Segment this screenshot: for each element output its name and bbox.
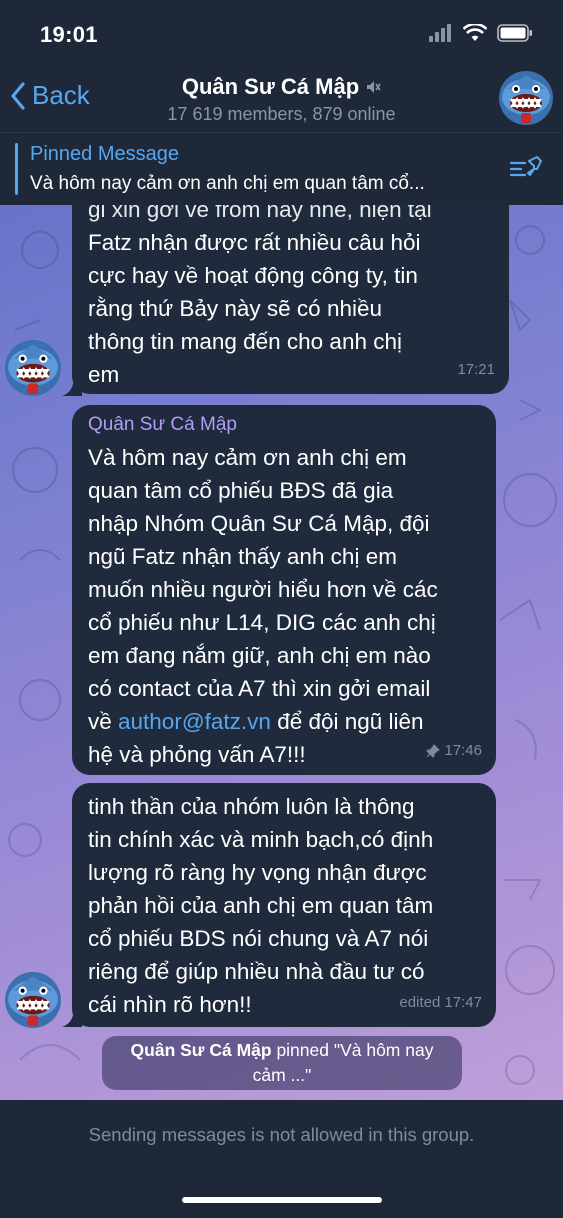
chat-header: Back Quân Sư Cá Mập 17 619 members, 879 … — [0, 66, 563, 132]
message-line: nhập Nhóm Quân Sư Cá Mập, đội — [88, 511, 430, 536]
cellular-signal-icon — [429, 24, 451, 42]
bubble-tail — [62, 376, 82, 396]
bubble-tail — [62, 1007, 82, 1027]
muted-icon — [367, 81, 381, 93]
input-area: Sending messages is not allowed in this … — [0, 1100, 563, 1218]
message-line: cổ phiếu BDS nói chung và A7 nói — [88, 926, 429, 951]
message-line: riêng để giúp nhiều nhà đầu tư có — [88, 959, 425, 984]
message-line: cực hay về hoạt động công ty, tin — [88, 263, 418, 288]
pinned-title: Pinned Message — [30, 143, 179, 165]
message-line: ngũ Fatz nhận thấy anh chị em — [88, 544, 397, 569]
shark-avatar-icon — [5, 972, 61, 1028]
pinned-indicator — [15, 143, 18, 195]
message-bubble[interactable]: Quân Sư Cá Mập Và hôm nay cảm ơn anh chị… — [72, 405, 496, 775]
message-line: tin chính xác và minh bạch,có định — [88, 827, 434, 852]
chat-title: Quân Sư Cá Mập — [181, 74, 360, 99]
message-time: 17:46 — [426, 734, 482, 767]
message-line: lượng rõ ràng hy vọng nhận được — [88, 860, 427, 885]
message-line: hệ và phỏng vấn A7!!! — [88, 742, 306, 767]
message-time: edited 17:47 — [399, 994, 482, 1011]
status-time: 19:01 — [40, 22, 98, 47]
message-line: rằng thứ Bảy này sẽ có nhiều — [88, 296, 382, 321]
status-bar: 19:01 — [0, 0, 563, 66]
message-bubble[interactable]: gi xin gởi về from này nhé, hiện tại Fat… — [72, 180, 509, 394]
message-line: em đang nắm giữ, anh chị em nào — [88, 643, 431, 668]
shark-avatar-icon — [5, 340, 61, 396]
message-line: muốn nhiều người hiểu hơn về các — [88, 577, 438, 602]
pinned-list-icon[interactable] — [509, 155, 543, 183]
service-actor: Quân Sư Cá Mập — [130, 1040, 272, 1060]
message-line: em — [88, 362, 120, 387]
battery-icon — [497, 24, 532, 42]
message-line: gi xin gởi về from này nhé, hiện tại — [88, 197, 432, 222]
chat-subtitle: 17 619 members, 879 online — [167, 104, 396, 124]
shark-avatar-icon — [499, 71, 553, 125]
message-time: 17:21 — [457, 361, 495, 378]
message-line: tinh thần của nhóm luôn là thông — [88, 794, 415, 819]
message-text: về — [88, 709, 119, 734]
pin-icon — [426, 743, 441, 758]
group-avatar[interactable] — [499, 71, 553, 125]
service-action-cont: cảm ..." — [252, 1065, 312, 1085]
wifi-icon — [463, 24, 487, 41]
message-line: thông tin mang đến cho anh chị — [88, 329, 402, 354]
message-line: Fatz nhận được rất nhiều câu hỏi — [88, 230, 421, 255]
home-indicator[interactable] — [182, 1197, 382, 1203]
sender-avatar[interactable] — [5, 340, 61, 396]
message-line: phản hồi của anh chị em quan tâm — [88, 893, 434, 918]
message-line: quan tâm cổ phiếu BĐS đã gia — [88, 478, 394, 503]
restricted-notice: Sending messages is not allowed in this … — [88, 1124, 475, 1145]
message-sender[interactable]: Quân Sư Cá Mập — [88, 413, 482, 437]
message-text: để đội ngũ liên — [270, 709, 424, 734]
service-action: pinned "Và hôm nay — [271, 1040, 434, 1060]
message-line: có contact của A7 thì xin gởi email — [88, 676, 431, 701]
message-line: Và hôm nay cảm ơn anh chị em — [88, 445, 407, 470]
status-icons — [429, 24, 533, 42]
message-line: về author@fatz.vn để đội ngũ liên — [88, 705, 482, 738]
message-bubble[interactable]: tinh thần của nhóm luôn là thông tin chí… — [72, 783, 496, 1027]
message-line: cổ phiếu như L14, DIG các anh chị — [88, 610, 436, 635]
service-message[interactable]: Quân Sư Cá Mập pinned "Và hôm nay cảm ..… — [102, 1036, 462, 1090]
chat-title-area[interactable]: Quân Sư Cá Mập 17 619 members, 879 onlin… — [0, 74, 563, 125]
sender-avatar[interactable] — [5, 972, 61, 1028]
email-link[interactable]: author@fatz.vn — [118, 709, 271, 734]
